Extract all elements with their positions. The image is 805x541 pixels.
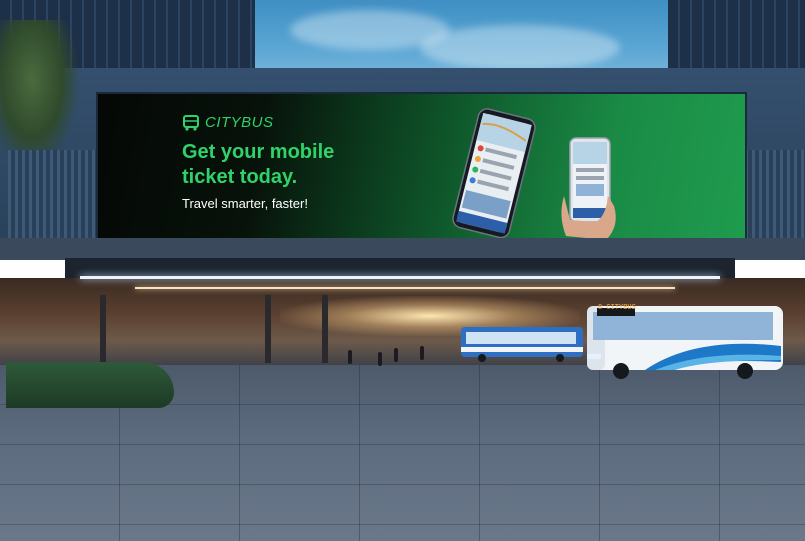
person bbox=[348, 350, 352, 364]
person bbox=[420, 346, 424, 360]
person bbox=[378, 352, 382, 366]
canopy-underside bbox=[65, 258, 735, 278]
billboard: CITYBUS Get your mobile ticket today. Tr… bbox=[98, 94, 745, 240]
brand: CITYBUS bbox=[182, 114, 274, 131]
phone-app-mockup-large bbox=[452, 108, 536, 238]
pillar bbox=[322, 295, 328, 363]
bus-icon bbox=[183, 114, 199, 131]
facade-fins-left bbox=[8, 150, 98, 240]
person bbox=[394, 348, 398, 362]
pillar bbox=[265, 295, 271, 363]
phone-app-mockup-hand bbox=[561, 137, 616, 240]
tree bbox=[0, 20, 80, 170]
bus-in-terminal bbox=[461, 327, 583, 362]
bus-destination-display: 8 CITYBUS bbox=[598, 304, 636, 312]
hedge bbox=[6, 362, 174, 408]
canopy bbox=[0, 238, 805, 260]
bus-station-scene: CITYBUS Get your mobile ticket today. Tr… bbox=[0, 0, 805, 541]
facade-fins-right bbox=[745, 150, 805, 240]
tagline: Travel smarter, faster! bbox=[182, 196, 308, 211]
ceiling-light-strip-2 bbox=[135, 287, 675, 289]
headline-line-1: Get your mobile bbox=[182, 141, 335, 163]
headline-line-2: ticket today. bbox=[182, 166, 298, 188]
pillar bbox=[100, 295, 106, 363]
headline: Get your mobile ticket today. bbox=[182, 140, 334, 190]
brand-name: CITYBUS bbox=[205, 114, 274, 131]
ceiling-light-strip bbox=[80, 276, 720, 279]
